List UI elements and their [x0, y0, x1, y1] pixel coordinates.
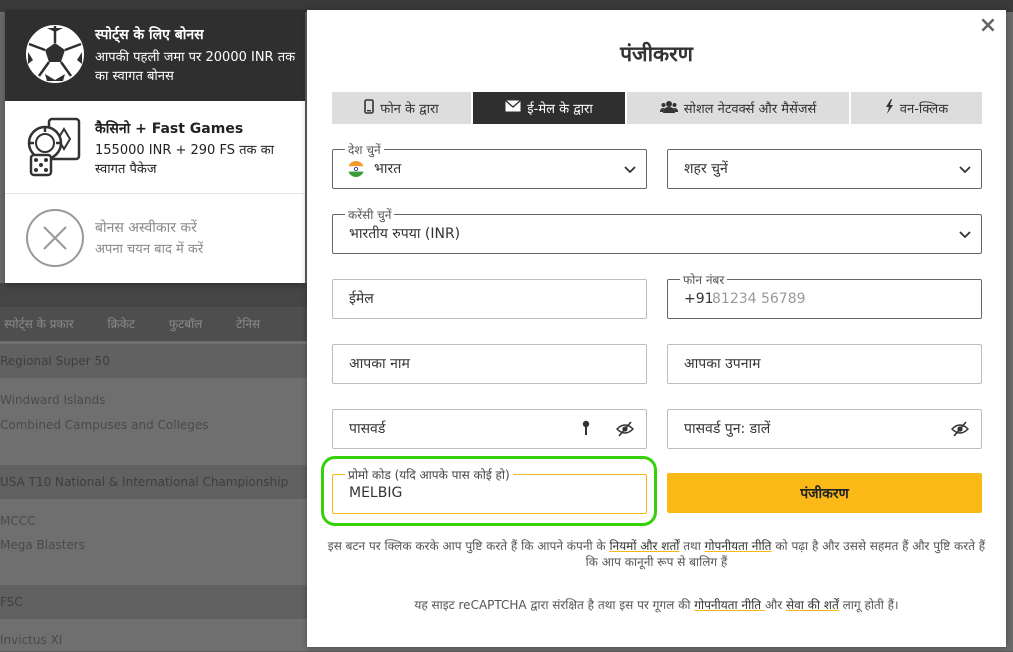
last-name-field[interactable]: आपका उपनाम — [667, 344, 982, 384]
bonus-description: 155000 INR + 290 FS तक का स्वागत पैकेज — [95, 143, 274, 177]
last-name-placeholder: आपका उपनाम — [684, 356, 761, 372]
password-placeholder: पासवर्ड — [349, 421, 386, 437]
casino-cards-dice-icon — [25, 117, 85, 183]
terms-notice: इस बटन पर क्लिक करके आप पुष्टि करते हैं … — [327, 538, 986, 570]
tab-label: फोन के द्वारा — [380, 102, 439, 117]
first-name-placeholder: आपका नाम — [349, 356, 410, 372]
bonus-description: अपना चयन बाद में करें — [95, 242, 204, 257]
background-team-row: MCCC — [0, 514, 36, 528]
tab-email[interactable]: ई-मेल के द्वारा — [473, 92, 627, 124]
terms-link[interactable]: नियमों और शर्तों — [609, 539, 679, 553]
country-value: भारत — [374, 161, 402, 177]
recaptcha-notice: यह साइट reCAPTCHA द्वारा संरक्षित है तथा… — [327, 596, 986, 613]
password-field[interactable]: पासवर्ड — [332, 409, 647, 449]
chevron-down-icon — [959, 162, 971, 181]
tab-label: सोशल नेटवर्क्स और मैसेंजर्स — [683, 102, 817, 117]
chevron-down-icon — [959, 227, 971, 246]
currency-value: भारतीय रुपया (INR) — [349, 226, 461, 242]
bonus-title: कैसिनो + Fast Games — [95, 121, 244, 137]
india-flag-icon — [348, 161, 364, 181]
background-team-row: Windward Islands — [0, 393, 106, 407]
email-placeholder: ईमेल — [349, 291, 374, 307]
background-sports-nav-item: टेनिस — [236, 317, 261, 331]
first-name-field[interactable]: आपका नाम — [332, 344, 647, 384]
google-terms-link[interactable]: सेवा की शर्तें — [786, 598, 839, 612]
background-team-row: Invictus XI — [0, 633, 63, 647]
key-icon[interactable] — [582, 420, 590, 440]
background-sports-nav-item: फुटबॉल — [168, 317, 203, 331]
captcha-text: लागू होती हैं। — [838, 598, 899, 612]
tab-label: ई-मेल के द्वारा — [527, 102, 593, 117]
background-league-header: FSC — [0, 585, 307, 619]
background-sports-nav-item: क्रिकेट — [107, 317, 136, 331]
eye-slash-icon[interactable] — [950, 421, 970, 441]
lightning-icon — [885, 98, 894, 118]
close-icon[interactable]: × — [978, 15, 998, 37]
register-button[interactable]: पंजीकरण — [667, 473, 982, 513]
phone-country-code: +91 — [684, 291, 714, 307]
soccer-ball-icon — [25, 24, 85, 88]
background-nav-bar — [0, 283, 307, 308]
tab-social-networks[interactable]: सोशल नेटवर्क्स और मैसेंजर्स — [627, 92, 851, 124]
bonus-option-decline[interactable]: बोनस अस्वीकार करें अपना चयन बाद में करें — [5, 194, 305, 283]
bonus-description: आपकी पहली जमा पर 20000 INR तक का स्वागत … — [95, 50, 296, 84]
phone-field[interactable]: फोन नंबर +91 81234 56789 — [667, 271, 982, 319]
promo-highlight-outline — [321, 456, 657, 526]
chevron-down-icon — [624, 162, 636, 181]
city-placeholder: शहर चुनें — [684, 161, 728, 177]
background-team-row: Mega Blasters — [0, 538, 85, 552]
background-sports-nav-item: स्पोर्ट्स के प्रकार — [4, 317, 74, 331]
google-privacy-link[interactable]: गोपनीयता नीति — [694, 598, 765, 612]
bonus-option-sports[interactable]: स्पोर्ट्स के लिए बोनस आपकी पहली जमा पर 2… — [5, 10, 305, 101]
modal-title: पंजीकरण — [620, 42, 693, 66]
password-repeat-placeholder: पासवर्ड पुन: डालें — [684, 421, 771, 437]
decline-x-icon — [25, 208, 85, 272]
email-field[interactable]: ईमेल — [332, 279, 647, 319]
envelope-icon — [505, 99, 522, 116]
captcha-text: और — [764, 598, 786, 612]
privacy-policy-link[interactable]: गोपनीयता नीति — [705, 539, 772, 553]
terms-text: इस बटन पर क्लिक करके आप पुष्टि करते हैं … — [327, 539, 610, 553]
bonus-title: स्पोर्ट्स के लिए बोनस — [95, 27, 204, 43]
bonus-option-casino[interactable]: कैसिनो + Fast Games 155000 INR + 290 FS … — [5, 101, 305, 194]
registration-modal: × पंजीकरण फोन के द्वारा ई-मेल के द्वारा … — [307, 10, 1006, 647]
password-repeat-field[interactable]: पासवर्ड पुन: डालें — [667, 409, 982, 449]
background-match-list: Regional Super 50 Windward Islands Combi… — [0, 341, 307, 651]
bonus-title: बोनस अस्वीकार करें — [95, 220, 197, 236]
background-team-row: Combined Campuses and Colleges — [0, 418, 209, 432]
registration-tabs: फोन के द्वारा ई-मेल के द्वारा सोशल नेटवर… — [332, 92, 982, 124]
users-icon — [659, 100, 678, 117]
bonus-selection-panel: स्पोर्ट्स के लिए बोनस आपकी पहली जमा पर 2… — [5, 10, 305, 283]
eye-slash-icon[interactable] — [615, 421, 635, 441]
phone-placeholder: 81234 56789 — [712, 291, 806, 307]
captcha-text: यह साइट reCAPTCHA द्वारा संरक्षित है तथा… — [414, 598, 695, 612]
phone-icon — [364, 98, 375, 118]
city-select[interactable]: शहर चुनें — [667, 149, 982, 189]
background-sports-nav: स्पोर्ट्स के प्रकार क्रिकेट फुटबॉल टेनिस — [0, 307, 307, 341]
terms-text: तथा — [679, 539, 705, 553]
background-league-header: USA T10 National & International Champio… — [0, 465, 307, 499]
tab-phone[interactable]: फोन के द्वारा — [332, 92, 473, 124]
country-select[interactable]: देश चुनें भारत — [332, 141, 647, 189]
tab-label: वन-क्लिक — [899, 102, 949, 117]
currency-select[interactable]: करेंसी चुनें भारतीय रुपया (INR) — [332, 206, 982, 254]
tab-one-click[interactable]: वन-क्लिक — [851, 92, 982, 124]
background-league-header: Regional Super 50 — [0, 344, 307, 378]
